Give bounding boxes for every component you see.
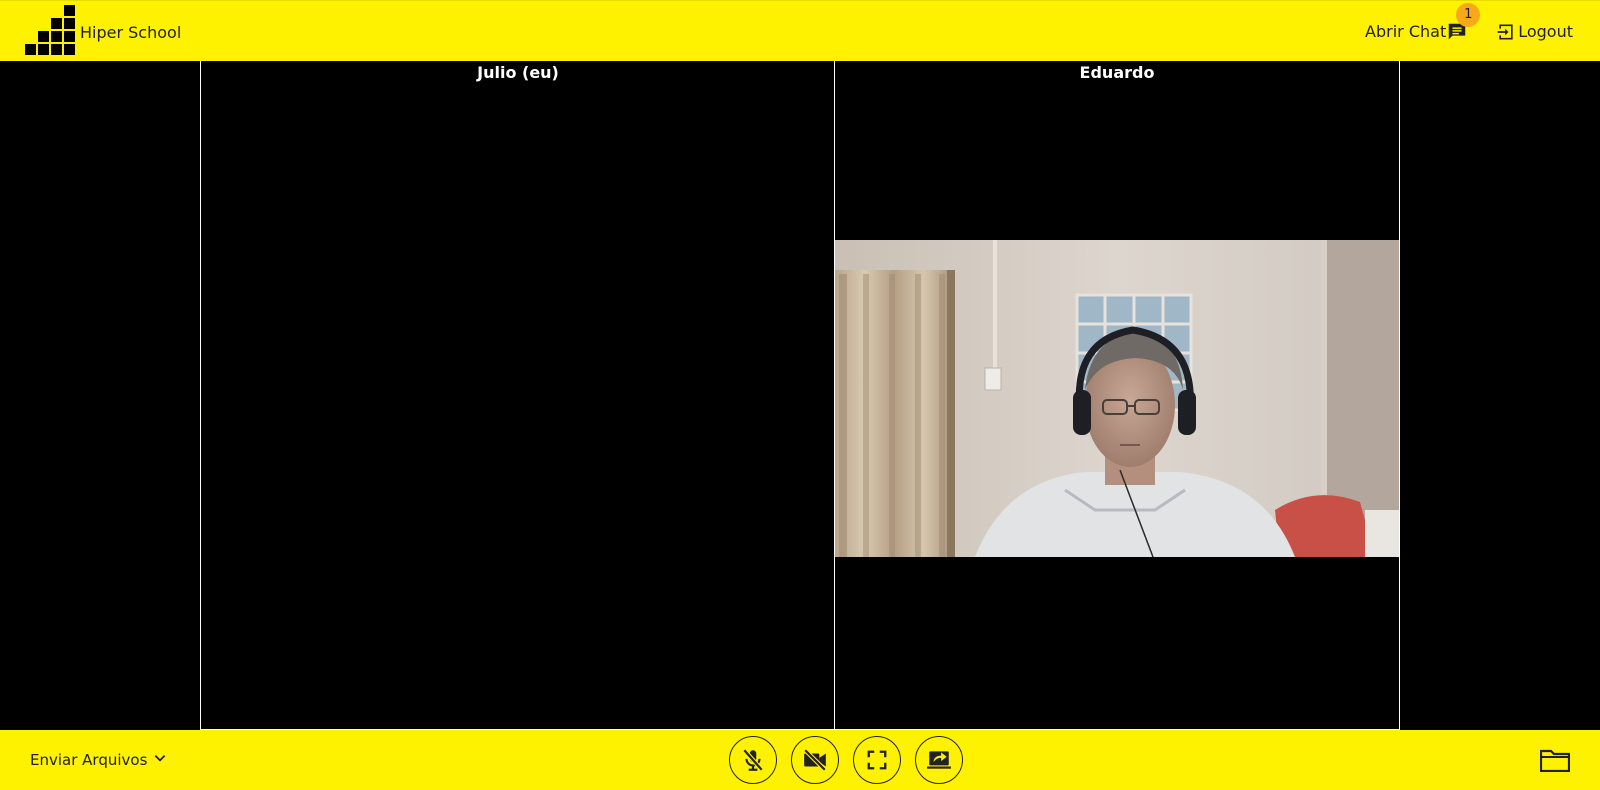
top-actions: Abrir Chat 1 Logout <box>1365 1 1573 62</box>
mic-off-icon <box>742 748 764 772</box>
fullscreen-button[interactable] <box>853 736 901 784</box>
participant-tile-self[interactable]: Julio (eu) <box>200 61 836 730</box>
brand[interactable]: Hiper School <box>23 5 181 61</box>
chat-badge: 1 <box>1456 2 1481 27</box>
participant-name: Julio (eu) <box>477 63 559 82</box>
call-controls <box>729 736 963 784</box>
share-screen-button[interactable] <box>915 736 963 784</box>
share-screen-icon <box>927 751 951 769</box>
participant-tile-remote[interactable]: Eduardo <box>834 61 1400 730</box>
fullscreen-icon <box>867 750 887 770</box>
webcam-image <box>835 240 1399 557</box>
toggle-camera-button[interactable] <box>791 736 839 784</box>
chat-icon: 1 <box>1446 2 1481 43</box>
open-folder-button[interactable] <box>1539 748 1571 777</box>
video-stage: Julio (eu) Eduardo <box>0 61 1600 730</box>
bottom-bar: Enviar Arquivos <box>0 730 1600 790</box>
chevron-down-icon <box>153 751 167 769</box>
open-chat-label: Abrir Chat <box>1365 22 1447 41</box>
camera-off-icon <box>803 748 827 772</box>
folder-icon <box>1539 749 1571 773</box>
top-bar: Hiper School Abrir Chat 1 Logout <box>0 0 1600 61</box>
logout-button[interactable]: Logout <box>1496 22 1573 42</box>
logo-icon <box>25 5 75 55</box>
logout-label: Logout <box>1518 22 1573 41</box>
logout-icon <box>1496 22 1516 42</box>
open-chat-button[interactable]: Abrir Chat 1 <box>1365 2 1481 43</box>
send-files-dropdown[interactable]: Enviar Arquivos <box>30 730 167 790</box>
remote-video-feed <box>835 240 1399 557</box>
app-name: Hiper School <box>80 22 182 42</box>
toggle-mic-button[interactable] <box>729 736 777 784</box>
send-files-label: Enviar Arquivos <box>30 751 148 769</box>
participant-name: Eduardo <box>1079 63 1155 82</box>
